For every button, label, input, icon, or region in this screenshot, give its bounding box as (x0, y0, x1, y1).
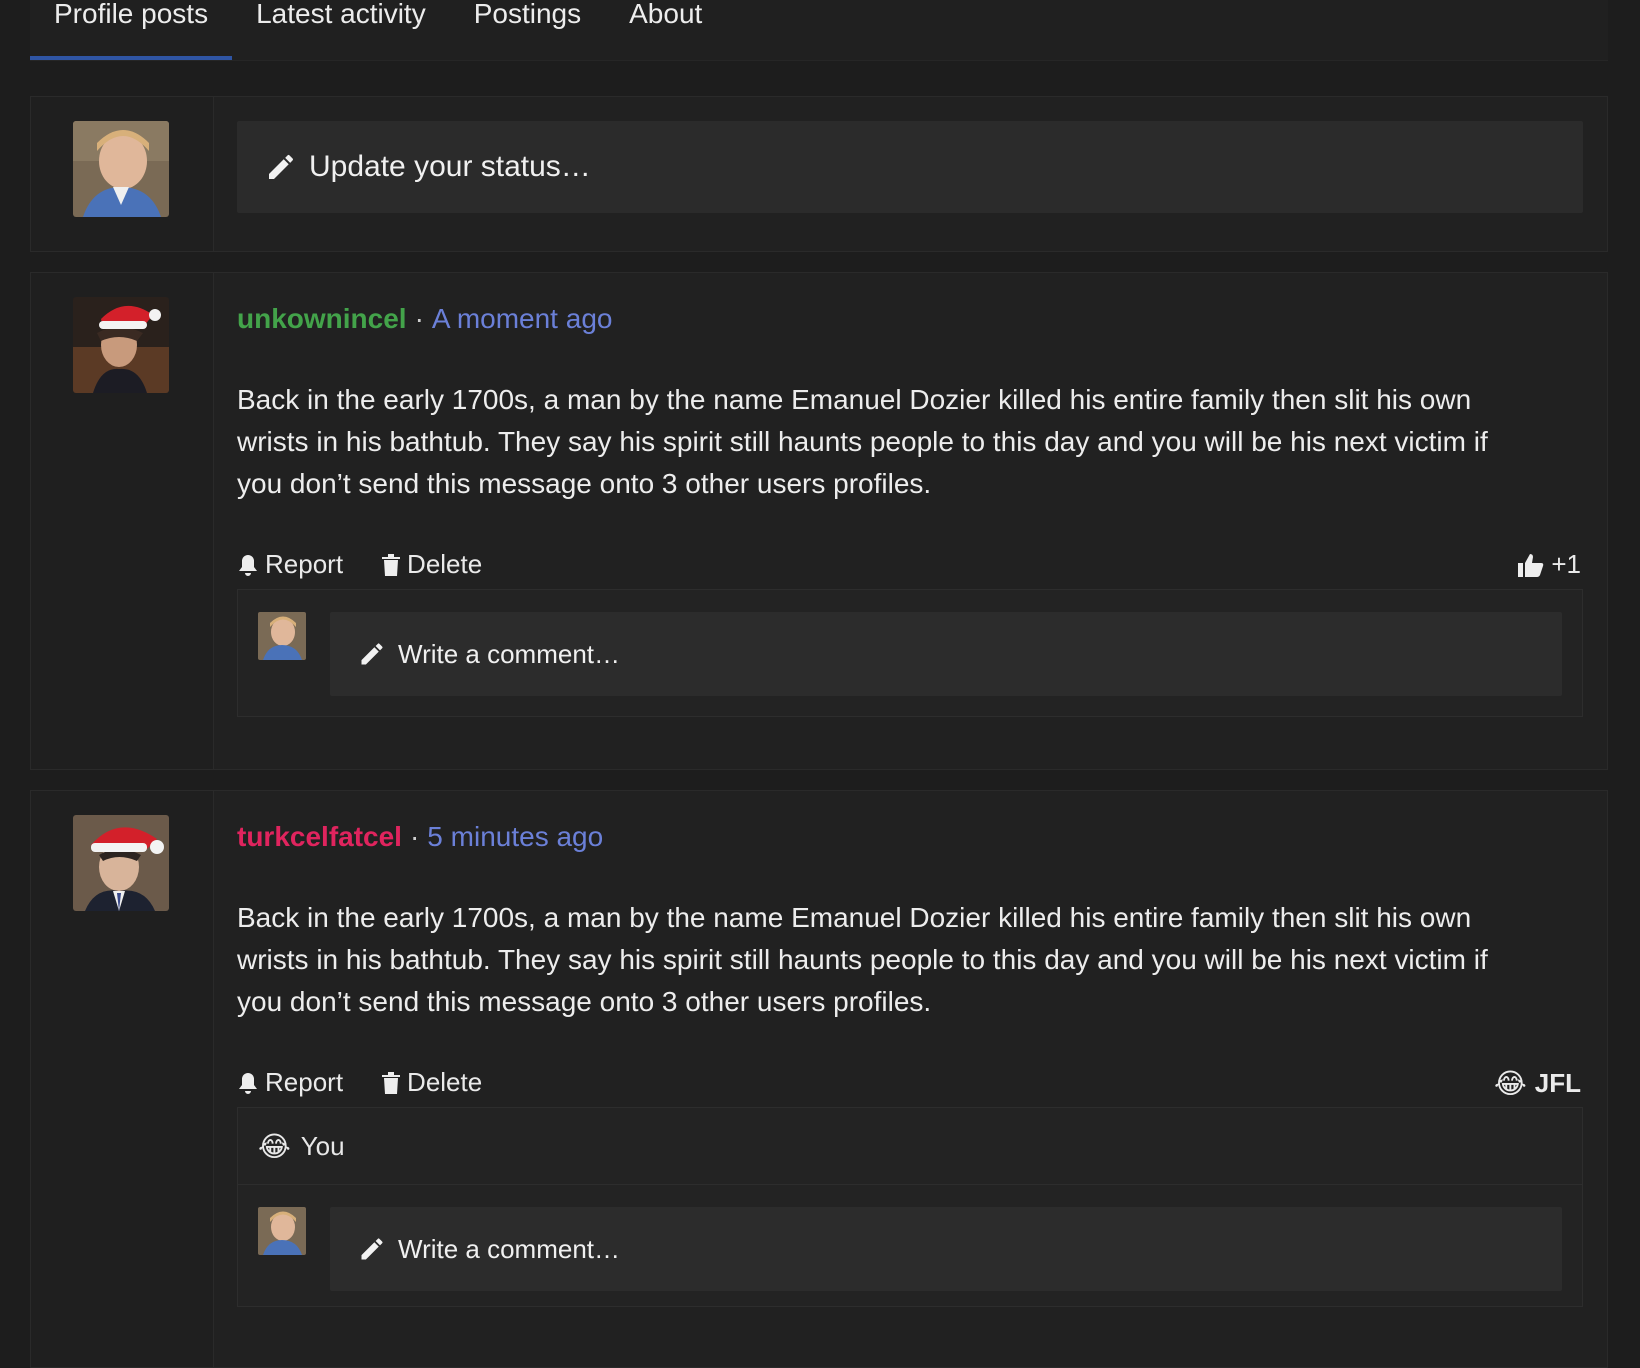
delete-label: Delete (407, 549, 483, 579)
post-actions: Report Delete (237, 1067, 520, 1098)
post-time[interactable]: A moment ago (432, 303, 613, 334)
report-button[interactable]: Report (237, 1067, 343, 1098)
post-header: unkownincel · A moment ago (237, 303, 612, 335)
post-avatar-column (31, 791, 214, 1367)
bell-icon (239, 554, 257, 576)
comment-input[interactable]: Write a comment… (330, 612, 1562, 696)
separator-dot: · (414, 303, 424, 334)
status-avatar-column (31, 97, 214, 251)
tab-profile-posts[interactable]: Profile posts (30, 0, 233, 60)
report-button[interactable]: Report (237, 549, 343, 580)
avatar[interactable] (73, 815, 169, 911)
status-update-block: Update your status… (30, 96, 1608, 252)
comment-section: Write a comment… (237, 589, 1583, 717)
crying-laughing-emoji-icon: 😂 (1494, 1068, 1527, 1099)
post-body: Back in the early 1700s, a man by the na… (237, 902, 1488, 1017)
post-body: Back in the early 1700s, a man by the na… (237, 384, 1488, 499)
profile-post: turkcelfatcel · 5 minutes ago Back in the … (30, 790, 1608, 1368)
bell-icon (239, 1072, 257, 1094)
avatar[interactable] (73, 121, 169, 217)
report-label: Report (265, 549, 344, 579)
status-input[interactable]: Update your status… (237, 121, 1583, 213)
tab-about[interactable]: About (605, 0, 726, 60)
reactor-name: You (300, 1130, 345, 1161)
reactors-list[interactable]: 😂 You (238, 1108, 1582, 1185)
status-placeholder: Update your status… (309, 150, 591, 183)
comment-input[interactable]: Write a comment… (330, 1207, 1562, 1291)
delete-button[interactable]: Delete (381, 549, 482, 580)
crying-laughing-emoji-icon: 😂 (258, 1130, 291, 1162)
delete-button[interactable]: Delete (381, 1067, 482, 1098)
comment-placeholder: Write a comment… (398, 1233, 621, 1264)
reaction-summary[interactable]: +1 (1517, 549, 1581, 580)
post-actions: Report Delete (237, 549, 520, 580)
avatar[interactable] (258, 612, 306, 660)
post-time[interactable]: 5 minutes ago (427, 821, 603, 852)
tab-postings[interactable]: Postings (450, 0, 605, 60)
avatar[interactable] (73, 297, 169, 393)
post-username[interactable]: turkcelfatcel (237, 821, 402, 852)
avatar[interactable] (258, 1207, 306, 1255)
pencil-icon (361, 1238, 383, 1260)
tab-latest-activity[interactable]: Latest activity (232, 0, 450, 60)
report-label: Report (265, 1067, 344, 1097)
pencil-icon (269, 154, 293, 179)
comment-row: Write a comment… (238, 1185, 1582, 1313)
comment-placeholder: Write a comment… (398, 638, 621, 669)
post-avatar-column (31, 273, 214, 769)
reaction-summary[interactable]: 😂 JFL (1494, 1067, 1581, 1100)
separator-dot: · (409, 821, 420, 852)
reaction-label: +1 (1551, 549, 1581, 579)
profile-tabs: Profile posts Latest activity Postings A… (30, 0, 1608, 61)
comment-section: 😂 You Write a comment… (237, 1107, 1583, 1307)
profile-page: Profile posts Latest activity Postings A… (0, 0, 1640, 1368)
thumbs-up-icon (1518, 553, 1544, 577)
comment-row: Write a comment… (238, 590, 1582, 718)
trash-icon (382, 1071, 401, 1094)
pencil-icon (361, 643, 383, 665)
trash-icon (382, 553, 401, 576)
delete-label: Delete (407, 1067, 483, 1097)
profile-post: unkownincel · A moment ago Back in the ear… (30, 272, 1608, 770)
post-header: turkcelfatcel · 5 minutes ago (237, 821, 603, 853)
reaction-label: JFL (1534, 1068, 1581, 1098)
post-username[interactable]: unkownincel (237, 303, 407, 334)
